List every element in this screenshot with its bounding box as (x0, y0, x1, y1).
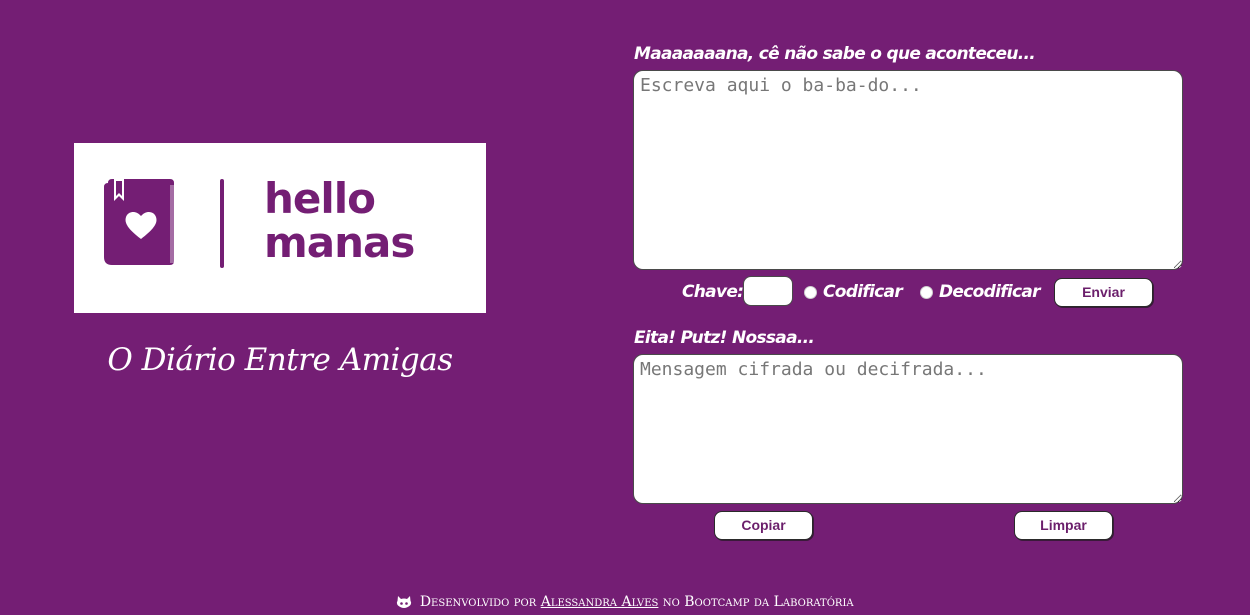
result-label: Eita! Putz! Nossaa... (634, 328, 815, 348)
key-label: Chave: (682, 282, 744, 302)
copy-button[interactable]: Copiar (714, 511, 813, 540)
encode-radio[interactable] (804, 285, 817, 299)
clear-button[interactable]: Limpar (1014, 511, 1113, 540)
github-cat-icon (397, 596, 412, 608)
footer-suffix: no Bootcamp da Laboratória (662, 594, 854, 610)
encode-label: Codificar (823, 282, 903, 302)
tagline: O Diário Entre Amigas (107, 342, 453, 378)
key-input[interactable] (743, 276, 793, 306)
decode-label: Decodificar (939, 282, 1041, 302)
composer-label: Maaaaaaana, cê não sabe o que aconteceu.… (634, 44, 1036, 64)
brand-line-2: manas (264, 218, 415, 267)
message-input[interactable] (633, 70, 1183, 270)
send-button[interactable]: Enviar (1054, 278, 1153, 307)
encode-option[interactable]: Codificar (804, 282, 903, 302)
brand-wordmark: hello manas (264, 174, 415, 267)
footer: Desenvolvido por Alessandra Alves no Boo… (0, 594, 1250, 610)
footer-author-link[interactable]: Alessandra Alves (541, 594, 659, 610)
decode-option[interactable]: Decodificar (920, 282, 1041, 302)
footer-prefix: Desenvolvido por (419, 594, 537, 610)
result-output[interactable] (633, 354, 1183, 504)
heart-book-icon (104, 179, 174, 265)
decode-radio[interactable] (920, 285, 933, 299)
logo: hello manas (74, 143, 486, 313)
logo-divider (220, 179, 224, 268)
brand-line-1: hello (264, 174, 376, 223)
